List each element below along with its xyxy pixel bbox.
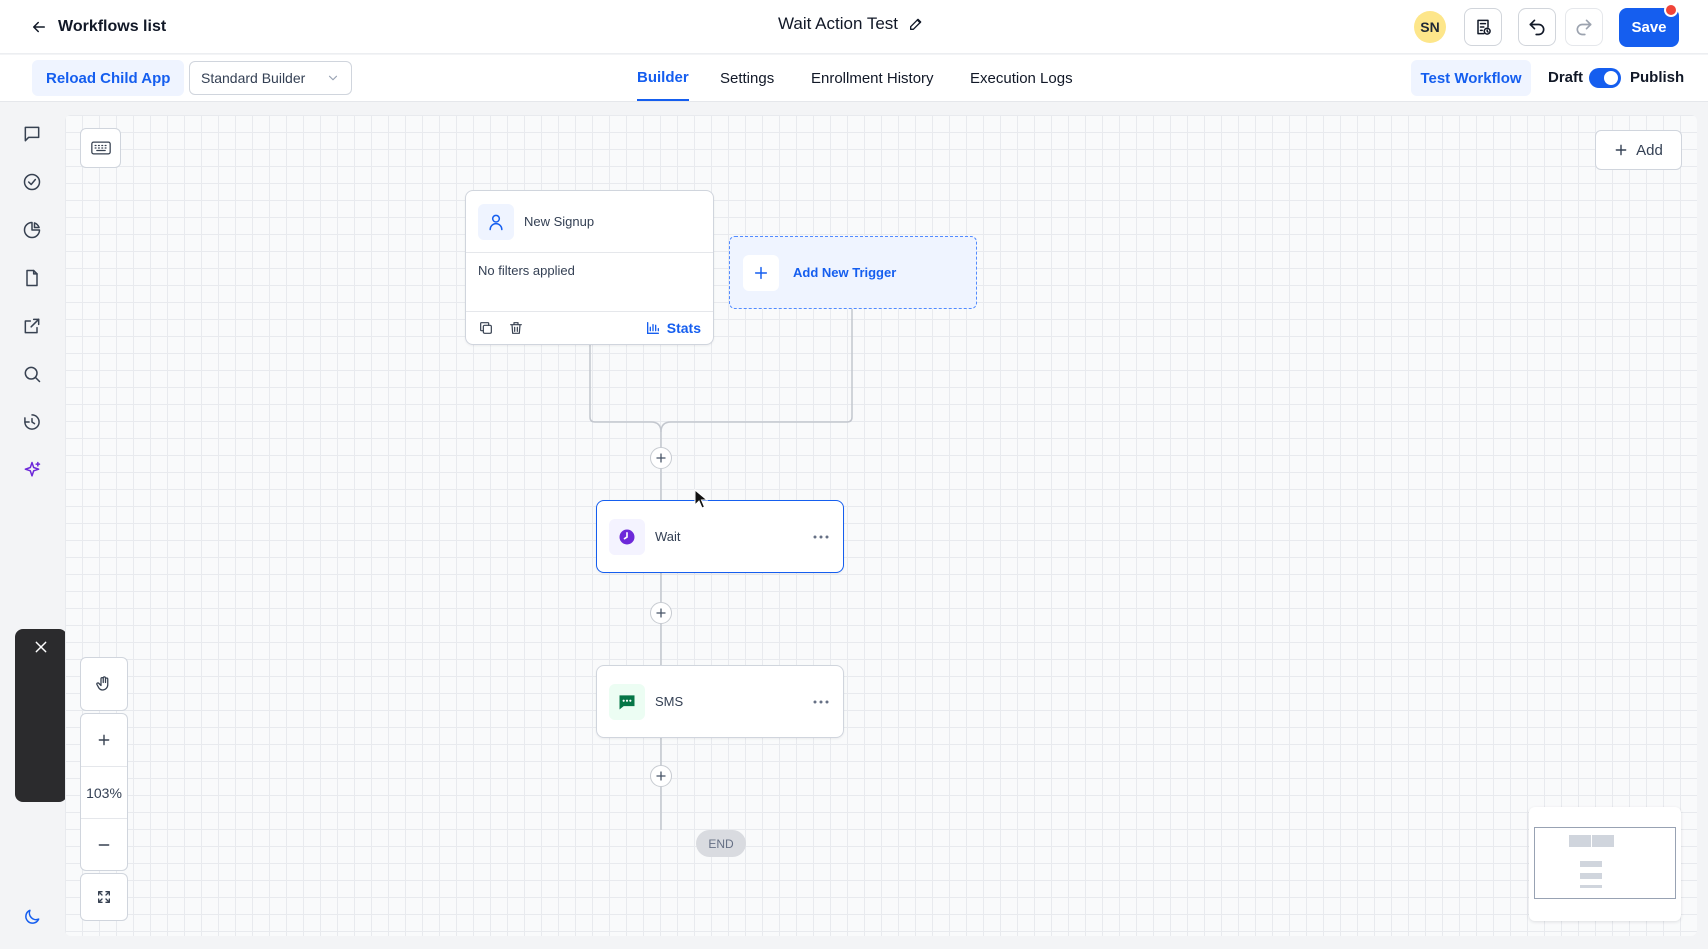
undo-icon	[1527, 17, 1547, 37]
trigger-footer: Stats	[466, 311, 713, 344]
expand-icon	[96, 889, 112, 905]
add-new-trigger-label: Add New Trigger	[793, 265, 897, 280]
minimap-node	[1580, 873, 1602, 879]
zoom-controls: 103%	[80, 713, 128, 871]
tab-builder[interactable]: Builder	[637, 55, 689, 101]
wait-action-name: Wait	[655, 529, 681, 544]
pencil-icon[interactable]	[908, 16, 924, 32]
add-step-button[interactable]	[650, 765, 672, 787]
minimap-node	[1569, 835, 1591, 847]
search-icon[interactable]	[20, 362, 44, 386]
close-icon[interactable]	[31, 637, 51, 657]
clock-icon	[609, 518, 645, 555]
document-icon[interactable]	[20, 266, 44, 290]
add-step-button[interactable]	[650, 602, 672, 624]
publish-toggle[interactable]	[1589, 68, 1621, 88]
fit-view-group	[80, 873, 128, 921]
plus-icon	[743, 254, 779, 291]
more-options-icon[interactable]	[811, 692, 831, 712]
minimap-node	[1580, 861, 1602, 867]
stats-button[interactable]: Stats	[645, 320, 701, 336]
sms-action-card[interactable]: SMS	[596, 665, 844, 738]
undo-button[interactable]	[1518, 8, 1556, 46]
trigger-name: New Signup	[524, 214, 595, 229]
workflow-title: Wait Action Test	[778, 14, 898, 33]
minus-icon	[97, 838, 111, 852]
chevron-down-icon	[326, 71, 340, 85]
trigger-header: New Signup	[466, 191, 713, 253]
builder-mode-value: Standard Builder	[201, 70, 306, 86]
workflow-title-area: Wait Action Test	[778, 14, 924, 34]
back-to-workflows-link[interactable]: Workflows list	[30, 14, 166, 40]
more-options-icon[interactable]	[811, 527, 831, 547]
test-workflow-button[interactable]: Test Workflow	[1411, 60, 1531, 96]
trigger-filter-text: No filters applied	[478, 263, 575, 278]
add-button[interactable]: Add	[1595, 130, 1682, 170]
plus-icon	[97, 733, 111, 747]
minimap[interactable]	[1529, 807, 1681, 921]
chat-icon[interactable]	[20, 122, 44, 146]
trigger-card[interactable]: New Signup No filters applied Stats	[465, 190, 714, 345]
plus-icon	[1614, 143, 1628, 157]
zoom-in-button[interactable]	[81, 714, 127, 766]
user-icon	[478, 203, 514, 240]
fit-to-screen-button[interactable]	[81, 874, 127, 920]
keyboard-shortcuts-button[interactable]	[80, 128, 121, 168]
mouse-cursor	[694, 489, 708, 509]
hand-icon[interactable]	[81, 658, 127, 710]
left-sidebar	[0, 103, 67, 949]
end-node: END	[696, 830, 746, 857]
draft-label: Draft	[1548, 69, 1584, 86]
collapsed-help-panel	[15, 629, 67, 802]
back-link-label: Workflows list	[58, 18, 167, 35]
sms-action-name: SMS	[655, 694, 684, 709]
publish-label: Publish	[1630, 69, 1685, 86]
add-button-label: Add	[1636, 141, 1663, 159]
zoom-out-button[interactable]	[81, 818, 127, 870]
keyboard-icon	[90, 141, 111, 155]
external-link-icon[interactable]	[20, 314, 44, 338]
redo-icon	[1574, 17, 1594, 37]
moon-icon[interactable]	[20, 905, 44, 929]
copy-icon[interactable]	[478, 320, 494, 336]
stats-label: Stats	[666, 320, 701, 336]
version-history-button[interactable]	[1464, 8, 1502, 46]
sparkle-icon[interactable]	[20, 458, 44, 482]
notification-dot	[1664, 3, 1678, 17]
tab-settings[interactable]: Settings	[720, 55, 774, 101]
top-bar: Workflows list Wait Action Test SN Save	[0, 0, 1708, 54]
add-step-button[interactable]	[650, 447, 672, 469]
minimap-node	[1580, 885, 1602, 888]
zoom-level: 103%	[81, 766, 127, 818]
builder-toolbar: Reload Child App Standard Builder Builde…	[0, 55, 1708, 102]
document-clock-icon	[1473, 17, 1493, 37]
history-icon[interactable]	[20, 410, 44, 434]
minimap-node	[1592, 835, 1614, 847]
builder-mode-select[interactable]: Standard Builder	[189, 61, 352, 95]
tab-execution-logs[interactable]: Execution Logs	[970, 55, 1073, 101]
arrow-left-icon	[30, 18, 48, 36]
message-icon	[609, 683, 645, 720]
add-new-trigger-card[interactable]: Add New Trigger	[729, 236, 977, 309]
minimap-viewport	[1534, 827, 1676, 899]
workflow-canvas[interactable]: Add New Signup No filters applied Stats	[65, 115, 1697, 936]
reload-child-app-button[interactable]: Reload Child App	[32, 60, 185, 96]
redo-button[interactable]	[1565, 8, 1603, 46]
pan-tool-group	[80, 657, 128, 711]
user-avatar[interactable]: SN	[1414, 11, 1446, 43]
pie-chart-icon[interactable]	[20, 218, 44, 242]
tab-enrollment-history[interactable]: Enrollment History	[811, 55, 934, 101]
bar-chart-icon	[645, 320, 661, 336]
trash-icon[interactable]	[508, 320, 524, 336]
wait-action-card[interactable]: Wait	[596, 500, 844, 573]
check-circle-icon[interactable]	[20, 170, 44, 194]
